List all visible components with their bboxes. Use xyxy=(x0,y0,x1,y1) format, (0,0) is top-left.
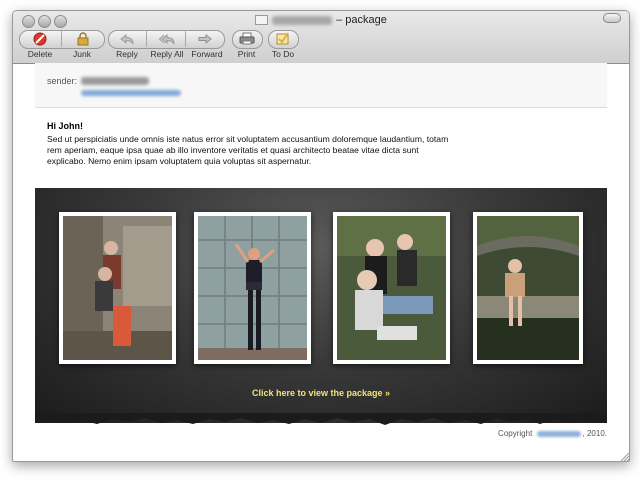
delete-label: Delete xyxy=(27,49,53,59)
sender-label: sender: xyxy=(47,76,78,86)
photo-3[interactable] xyxy=(333,212,450,364)
photo-4-image xyxy=(477,216,579,360)
message-body: Sed ut perspiciatis unde omnis iste natu… xyxy=(47,134,449,166)
torn-edge-decoration xyxy=(35,413,607,425)
forward-icon xyxy=(198,33,212,44)
delete-button[interactable] xyxy=(19,30,61,47)
junk-label: Junk xyxy=(73,49,91,59)
photo-gallery: Click here to view the package » xyxy=(35,188,607,423)
photo-1-image xyxy=(63,216,172,360)
photo-2-image xyxy=(198,216,307,360)
reply-button[interactable] xyxy=(108,30,146,47)
copyright-footer: Copyright , 2010. xyxy=(498,429,607,438)
titlebar: – package Delete Junk Reply Reply All Fo… xyxy=(13,11,629,64)
copyright-prefix: Copyright xyxy=(498,429,533,438)
checkmark-icon xyxy=(276,32,289,45)
todo-button[interactable] xyxy=(268,30,297,47)
reply-icon xyxy=(120,33,134,44)
window-title: – package xyxy=(13,14,629,26)
photo-2[interactable] xyxy=(194,212,311,364)
greeting: Hi John! xyxy=(47,121,83,131)
forward-button[interactable] xyxy=(185,30,224,47)
reply-all-icon xyxy=(158,33,174,44)
message-content: sender: Hi John! Sed ut perspiciatis und… xyxy=(35,63,607,461)
todo-label: To Do xyxy=(271,49,295,59)
view-package-link[interactable]: Click here to view the package » xyxy=(35,388,607,398)
sender-email-blurred[interactable] xyxy=(81,90,181,96)
copyright-link-blurred[interactable] xyxy=(536,430,581,437)
mail-window: – package Delete Junk Reply Reply All Fo… xyxy=(12,10,630,462)
message-header: sender: xyxy=(35,63,607,108)
toolbar-toggle-button[interactable] xyxy=(603,13,621,23)
print-icon xyxy=(239,32,254,45)
resize-grip-icon[interactable] xyxy=(619,451,629,461)
copyright-suffix: , 2010. xyxy=(582,429,607,438)
junk-icon xyxy=(77,31,89,45)
photo-1[interactable] xyxy=(59,212,176,364)
forward-label: Forward xyxy=(191,49,223,59)
junk-button[interactable] xyxy=(61,30,104,47)
reply-all-button[interactable] xyxy=(146,30,186,47)
photo-4[interactable] xyxy=(473,212,583,364)
reply-all-label: Reply All xyxy=(150,49,184,59)
print-button[interactable] xyxy=(232,30,261,47)
sender-name-blurred xyxy=(81,77,149,85)
delete-icon xyxy=(33,32,47,45)
envelope-icon xyxy=(255,15,269,26)
print-label: Print xyxy=(237,49,256,59)
photo-3-image xyxy=(337,216,446,360)
blurred-subject xyxy=(272,15,333,25)
reply-label: Reply xyxy=(116,49,138,59)
